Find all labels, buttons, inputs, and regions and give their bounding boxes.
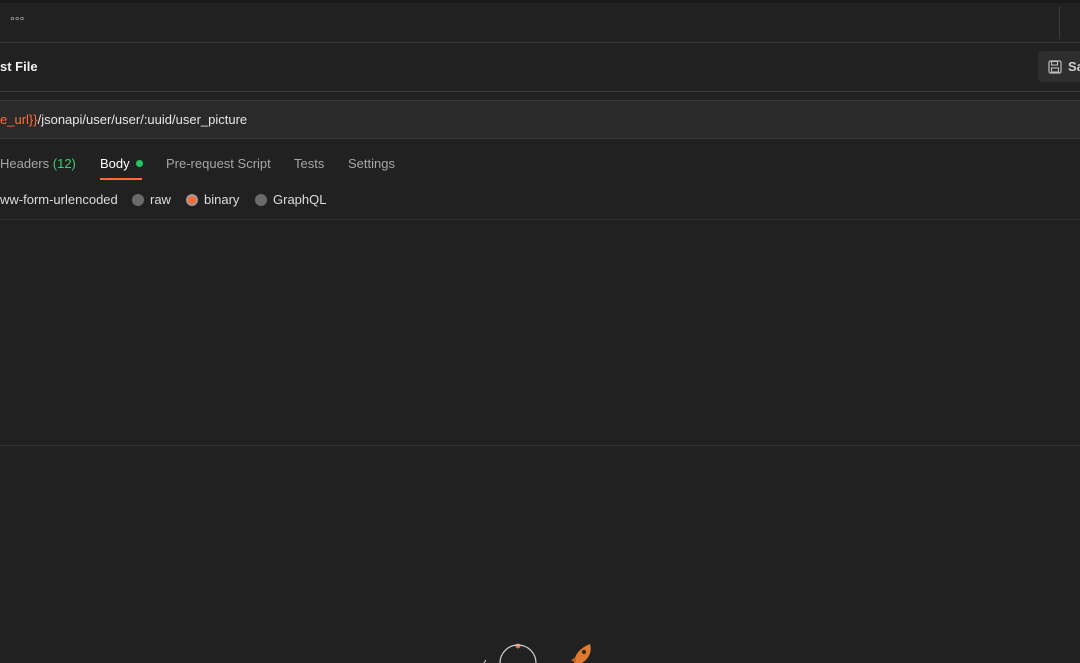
more-tabs-icon[interactable]: °°° bbox=[10, 14, 24, 28]
save-button[interactable]: Sa bbox=[1038, 51, 1080, 82]
body-type-graphql[interactable]: GraphQL bbox=[255, 192, 326, 207]
tab-divider bbox=[1059, 6, 1060, 39]
radio-graphql[interactable] bbox=[255, 193, 267, 206]
save-icon bbox=[1048, 59, 1062, 74]
body-type-raw-label: raw bbox=[150, 192, 171, 207]
body-type-urlencoded[interactable]: ww-form-urlencoded bbox=[0, 192, 118, 207]
save-label: Sa bbox=[1068, 59, 1080, 74]
body-type-raw[interactable]: raw bbox=[132, 192, 171, 207]
green-dot-icon bbox=[135, 160, 143, 167]
tab-headers-label: Headers bbox=[0, 156, 50, 171]
tab-headers-count: (12) bbox=[52, 156, 76, 171]
url-text: e_url}}/jsonapi/user/user/:uuid/user_pic… bbox=[0, 112, 247, 127]
request-tabs: Headers (12) Body Pre-request Script Tes… bbox=[0, 148, 1080, 182]
response-divider bbox=[0, 445, 1080, 446]
body-type-graphql-label: GraphQL bbox=[273, 192, 327, 207]
tab-pre-request-script[interactable]: Pre-request Script bbox=[166, 156, 271, 171]
request-title[interactable]: st File bbox=[0, 59, 38, 74]
tab-headers[interactable]: Headers (12) bbox=[0, 156, 76, 171]
tab-settings[interactable]: Settings bbox=[348, 156, 395, 171]
tab-body-label: Body bbox=[100, 156, 130, 171]
url-input[interactable]: e_url}}/jsonapi/user/user/:uuid/user_pic… bbox=[0, 100, 1080, 139]
url-variable: e_url}} bbox=[0, 112, 38, 127]
app-window: °°° st File Sa e_url}}/jsonapi/user/user… bbox=[0, 0, 1080, 663]
tab-tests[interactable]: Tests bbox=[294, 156, 324, 171]
body-type-options: ww-form-urlencoded raw binary GraphQL bbox=[0, 190, 1080, 210]
active-tab-underline bbox=[100, 178, 142, 180]
body-top-divider bbox=[0, 219, 1080, 220]
request-header: st File Sa bbox=[0, 43, 1080, 92]
body-type-urlencoded-label: ww-form-urlencoded bbox=[0, 192, 118, 207]
radio-raw[interactable] bbox=[132, 193, 144, 206]
radio-binary[interactable] bbox=[186, 193, 198, 206]
url-path: /jsonapi/user/user/:uuid/user_picture bbox=[37, 112, 248, 127]
rocket-illustration bbox=[483, 643, 591, 663]
tab-body[interactable]: Body bbox=[100, 156, 143, 171]
tab-bar: °°° bbox=[0, 3, 1080, 43]
body-type-binary[interactable]: binary bbox=[186, 192, 239, 207]
body-type-binary-label: binary bbox=[204, 192, 240, 207]
